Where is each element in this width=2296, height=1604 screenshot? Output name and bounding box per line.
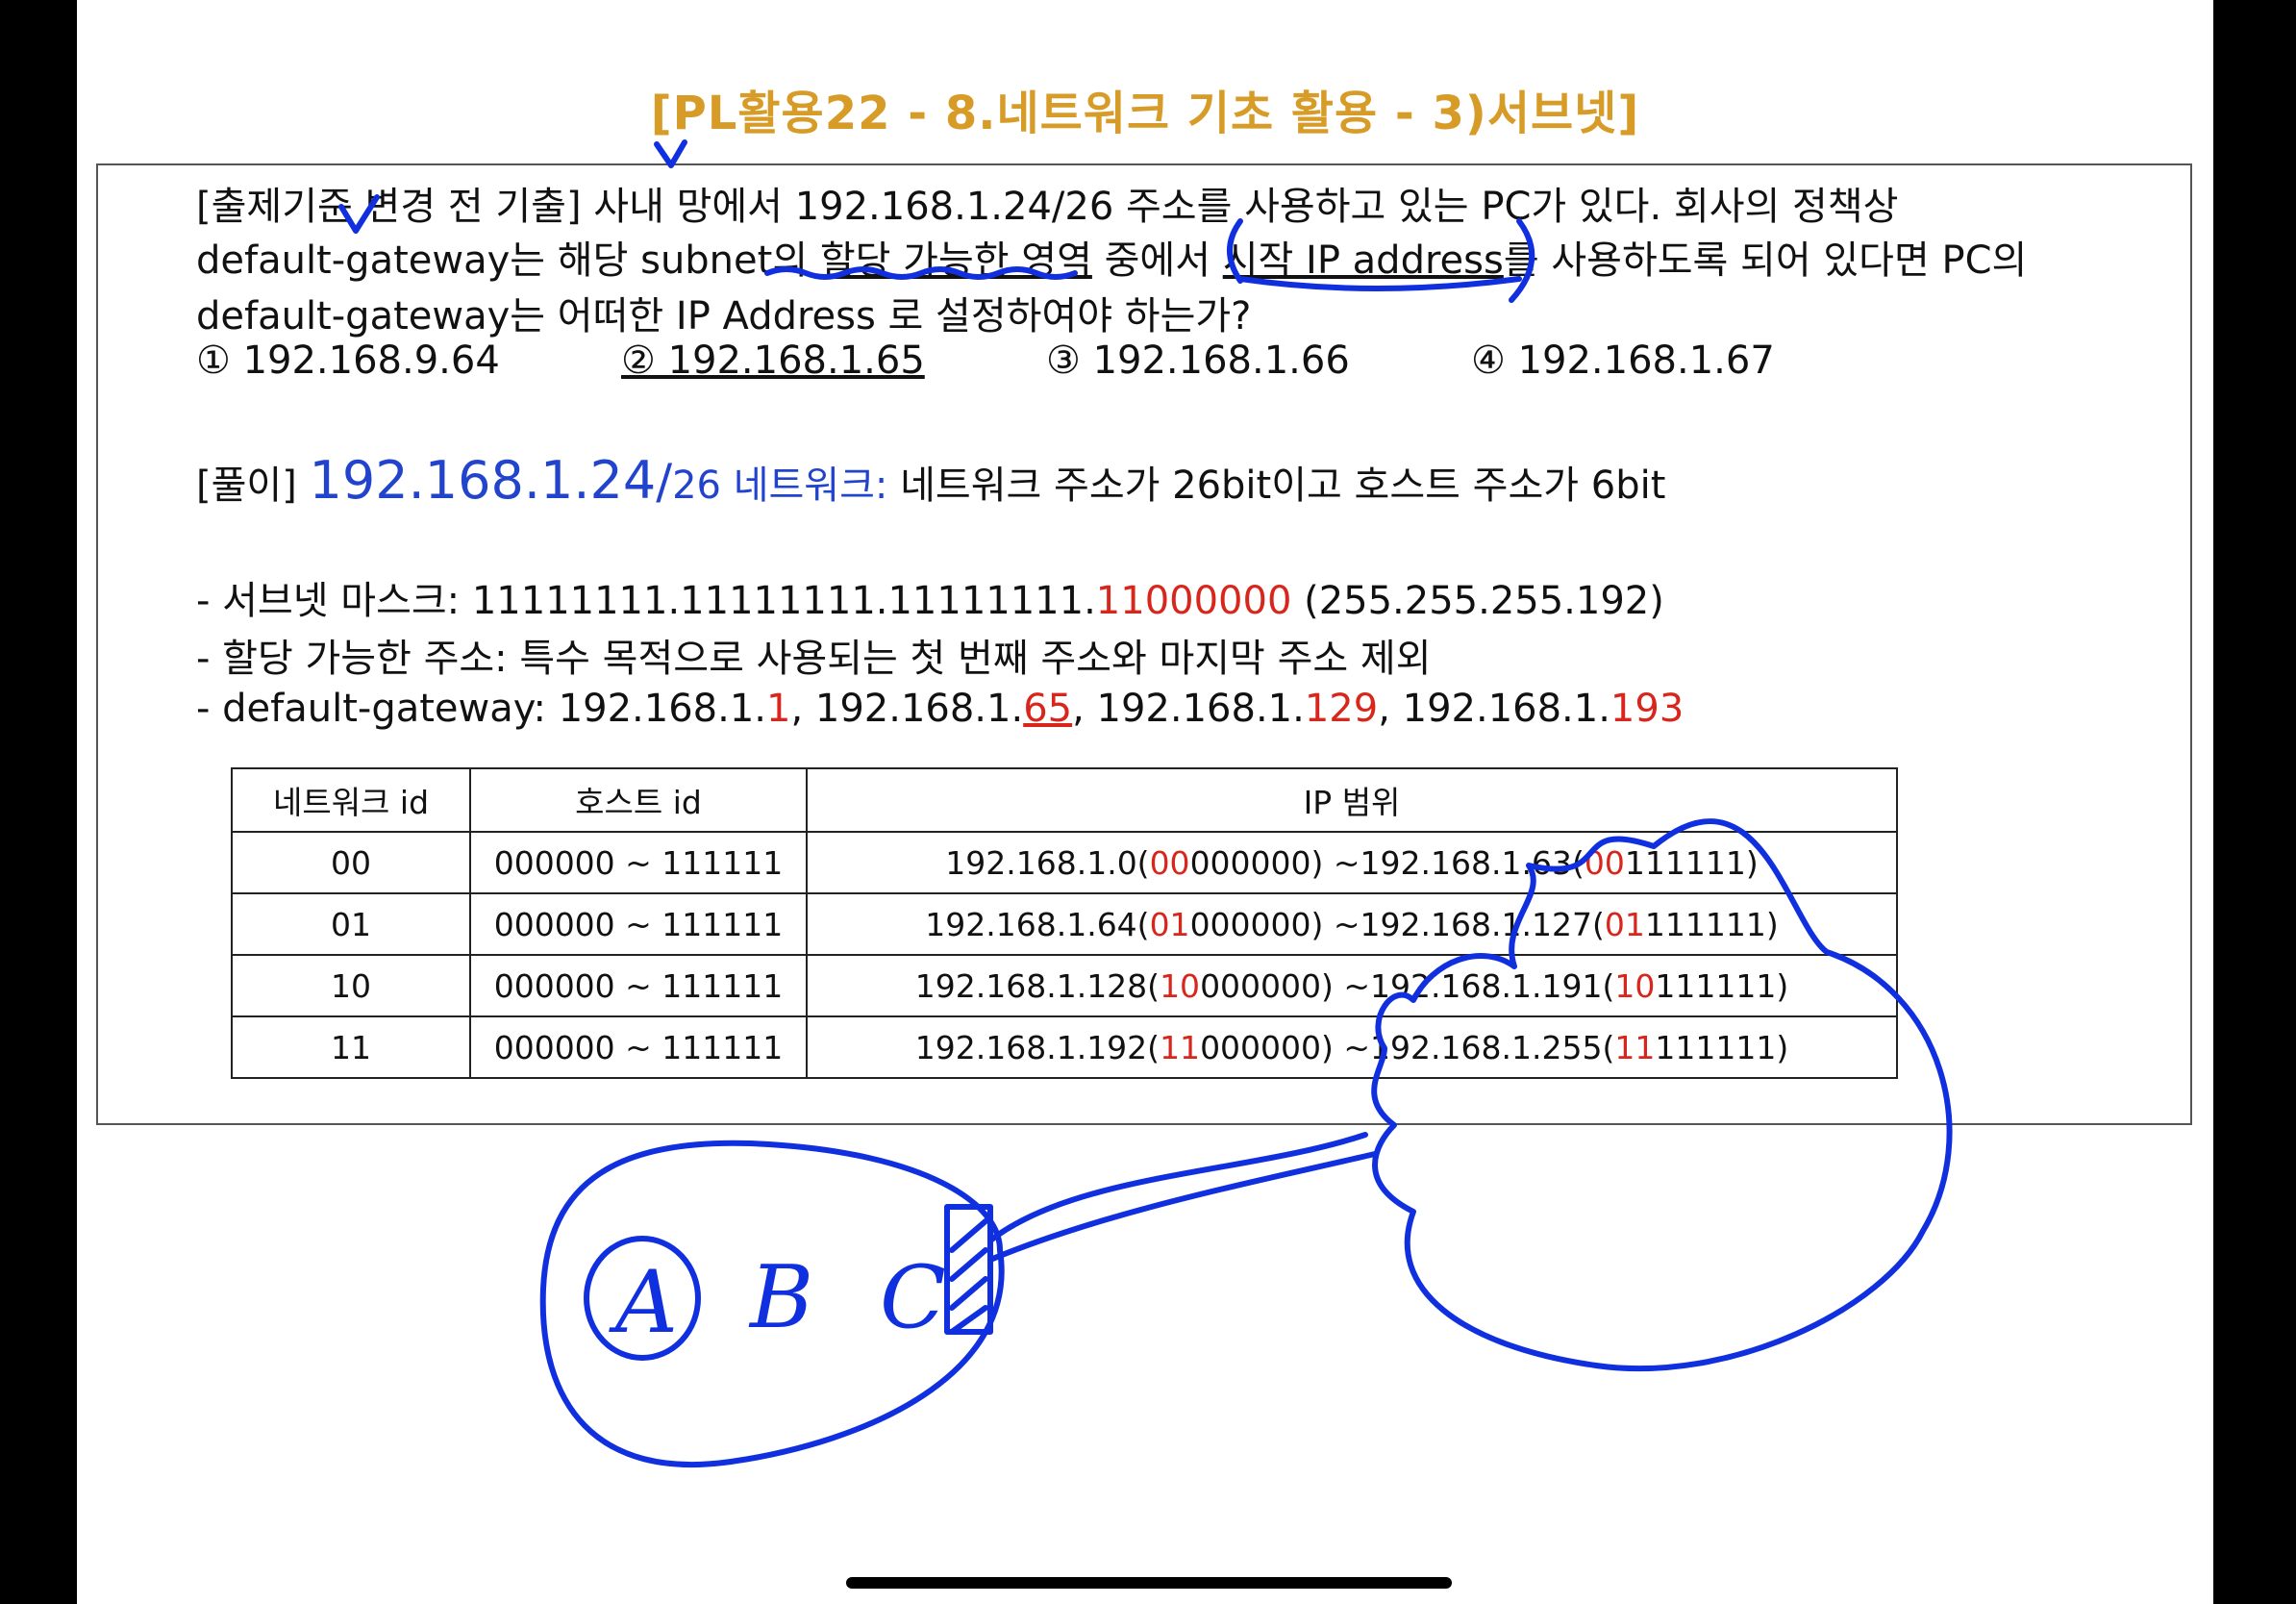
- range-bits: 10: [1160, 966, 1201, 1005]
- range-end: ~192.168.1.127(: [1323, 905, 1605, 943]
- gateway-host: 193: [1610, 687, 1685, 731]
- separator: ,: [1072, 687, 1097, 731]
- range-start: 192.168.1.128(: [914, 966, 1160, 1005]
- mask-binary-highlight: 11000000: [1095, 579, 1292, 623]
- range-bits: 10: [1614, 966, 1656, 1005]
- separator: ,: [790, 687, 815, 731]
- range-end: ~192.168.1.191(: [1333, 966, 1615, 1005]
- option-4: ④ 192.168.1.67: [1471, 338, 1775, 383]
- question-line-2: default-gateway는 해당 subnet의 할당 가능한 영역 중에…: [196, 229, 2027, 285]
- gateway-prefix: 192.168.1.: [558, 687, 766, 731]
- question-line-1: [출제기준 변경 전 기출] 사내 망에서 192.168.1.24/26 주소…: [196, 185, 1899, 229]
- gateway-line: - default-gateway: 192.168.1.1, 192.168.…: [196, 687, 1684, 731]
- range-end: ~192.168.1.63(: [1323, 843, 1585, 882]
- range-end: ~192.168.1.255(: [1333, 1028, 1615, 1066]
- gateway-label: - default-gateway:: [196, 687, 559, 731]
- range-rest: 000000): [1189, 905, 1324, 943]
- table-row: 01 000000 ~ 111111 192.168.1.64(01000000…: [231, 892, 1898, 956]
- range-start: 192.168.1.64(: [925, 905, 1150, 943]
- solution-slash: /: [656, 454, 673, 510]
- option-1: ① 192.168.9.64: [196, 338, 500, 383]
- cell-network-id: 11: [231, 1015, 471, 1079]
- range-rest: 111111): [1624, 843, 1759, 882]
- range-bits: 01: [1604, 905, 1645, 943]
- table-header-row: 네트워크 id 호스트 id IP 범위: [231, 767, 1898, 833]
- question-line-3: default-gateway는 어떠한 IP Address 로 설정하여야 …: [196, 294, 1252, 338]
- table-row: 10 000000 ~ 111111 192.168.1.128(1000000…: [231, 954, 1898, 1017]
- assignable-line: - 할당 가능한 주소: 특수 목적으로 사용되는 첫 번째 주소와 마지막 주…: [196, 637, 1432, 681]
- cell-host-id: 000000 ~ 111111: [469, 831, 808, 894]
- range-bits: 01: [1149, 905, 1190, 943]
- gateway-prefix: 192.168.1.: [1096, 687, 1305, 731]
- mask-binary: 11111111.11111111.11111111.: [471, 579, 1096, 623]
- table-row: 00 000000 ~ 111111 192.168.1.0(00000000)…: [231, 831, 1898, 894]
- question-text: 중에서: [1091, 238, 1223, 283]
- gateway-host: 129: [1304, 687, 1379, 731]
- solution-desc: 네트워크 주소가 26bit이고 호스트 주소가 6bit: [887, 464, 1666, 508]
- range-rest: 111111): [1655, 1028, 1789, 1066]
- gateway-host: 65: [1023, 687, 1073, 731]
- home-indicator[interactable]: [846, 1577, 1452, 1589]
- cell-ip-range: 192.168.1.192(11000000) ~192.168.1.255(1…: [806, 1015, 1898, 1079]
- gateway-prefix: 192.168.1.: [1402, 687, 1610, 731]
- cell-host-id: 000000 ~ 111111: [469, 1015, 808, 1079]
- cell-network-id: 10: [231, 954, 471, 1017]
- header-network-id: 네트워크 id: [231, 767, 471, 833]
- mask-decimal: (255.255.255.192): [1291, 579, 1664, 623]
- solution-label: [풀이]: [196, 464, 297, 508]
- option-2: ② 192.168.1.65: [621, 338, 925, 383]
- mask-label: - 서브넷 마스크:: [196, 579, 472, 623]
- range-start: 192.168.1.192(: [914, 1028, 1160, 1066]
- underlined-phrase: 시작 IP address: [1222, 238, 1504, 283]
- range-rest: 000000): [1200, 966, 1334, 1005]
- slide-page: [PL활용22 - 8.네트워크 기초 활용 - 3)서브넷] [출제기준 변경…: [77, 0, 2213, 1604]
- header-ip-range: IP 범위: [806, 767, 1898, 833]
- option-3: ③ 192.168.1.66: [1046, 338, 1350, 383]
- gateway-prefix: 192.168.1.: [814, 687, 1024, 731]
- range-bits: 00: [1584, 843, 1625, 882]
- range-bits: 11: [1160, 1028, 1201, 1066]
- subnet-mask-line: - 서브넷 마스크: 11111111.11111111.11111111.11…: [196, 569, 1664, 625]
- question-text: default-gateway는 해당 subnet의: [196, 238, 820, 283]
- cell-host-id: 000000 ~ 111111: [469, 892, 808, 956]
- solution-ip: 192.168.1.24: [309, 450, 657, 511]
- range-start: 192.168.1.0(: [945, 843, 1150, 882]
- cell-ip-range: 192.168.1.64(01000000) ~192.168.1.127(01…: [806, 892, 1898, 956]
- cell-network-id: 01: [231, 892, 471, 956]
- gateway-host: 1: [766, 687, 791, 731]
- range-rest: 111111): [1644, 905, 1779, 943]
- header-host-id: 호스트 id: [469, 767, 808, 833]
- underlined-phrase: 할당 가능한 영역: [819, 238, 1092, 283]
- slide-title: [PL활용22 - 8.네트워크 기초 활용 - 3)서브넷]: [650, 87, 1640, 140]
- range-rest: 111111): [1655, 966, 1789, 1005]
- range-rest: 000000): [1200, 1028, 1334, 1066]
- solution-line: [풀이] 192.168.1.24/26 네트워크: 네트워크 주소가 26bi…: [196, 450, 1665, 511]
- cell-network-id: 00: [231, 831, 471, 894]
- separator: ,: [1378, 687, 1403, 731]
- cell-host-id: 000000 ~ 111111: [469, 954, 808, 1017]
- question-text: 를 사용하도록 되어 있다면 PC의: [1503, 238, 2028, 283]
- cell-ip-range: 192.168.1.128(10000000) ~192.168.1.191(1…: [806, 954, 1898, 1017]
- subnet-table: 네트워크 id 호스트 id IP 범위 00 000000 ~ 111111 …: [231, 767, 1898, 1079]
- range-bits: 00: [1149, 843, 1190, 882]
- range-bits: 11: [1614, 1028, 1656, 1066]
- range-rest: 000000): [1189, 843, 1324, 882]
- cell-ip-range: 192.168.1.0(00000000) ~192.168.1.63(0011…: [806, 831, 1898, 894]
- table-row: 11 000000 ~ 111111 192.168.1.192(1100000…: [231, 1015, 1898, 1079]
- solution-prefix: 26 네트워크:: [672, 464, 888, 508]
